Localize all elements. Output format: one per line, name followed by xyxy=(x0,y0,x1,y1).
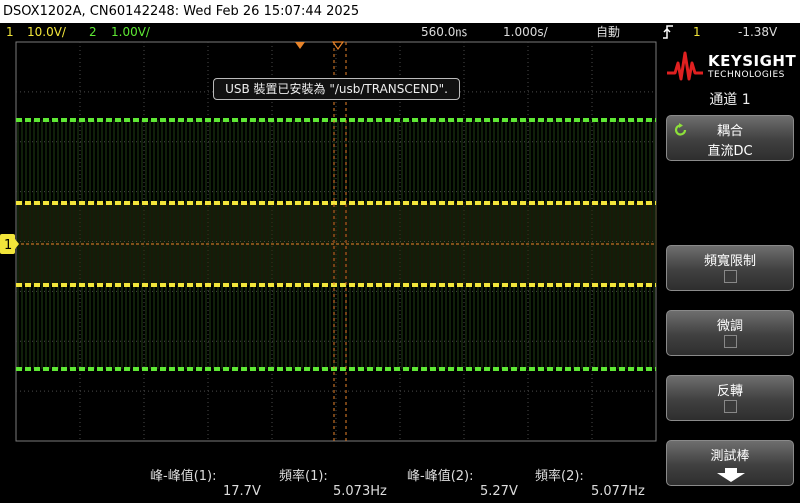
ch2-number[interactable]: 2 xyxy=(89,23,97,41)
ch2-scale[interactable]: 1.00V/ xyxy=(111,23,150,41)
meas-freq-2-label: 頻率(2): xyxy=(535,469,584,484)
logo-subtitle: TECHNOLOGIES xyxy=(708,70,785,80)
meas-freq-2-value: 5.077Hz xyxy=(591,484,645,499)
waveform-display[interactable]: 1 xyxy=(0,41,660,463)
trigger-level[interactable]: -1.38V xyxy=(738,23,777,41)
meas-pkpk-2-label: 峰-峰值(2): xyxy=(407,469,474,484)
probe-softkey[interactable]: 測試棒 xyxy=(666,440,794,486)
measurement-bar: 峰-峰值(1): 17.7V 頻率(1): 5.073Hz 峰-峰值(2): 5… xyxy=(0,463,660,503)
keysight-logo-icon xyxy=(667,51,703,81)
ch1-marker-label: 1 xyxy=(4,238,12,253)
trigger-source[interactable]: 1 xyxy=(693,23,701,41)
ch1-scale[interactable]: 10.0V/ xyxy=(27,23,66,41)
bandwidth-limit-label: 頻寬限制 xyxy=(703,254,756,269)
ch1-number[interactable]: 1 xyxy=(6,23,14,41)
meas-freq-1-value: 5.073Hz xyxy=(333,484,387,499)
fine-label: 微調 xyxy=(716,319,743,334)
trigger-position-icon xyxy=(295,42,305,49)
softkey-sidebar: KEYSIGHT TECHNOLOGIES 通道 1 耦合 直流DC 頻寬限制 … xyxy=(660,41,800,503)
logo-wordmark: KEYSIGHT xyxy=(708,52,797,70)
title-text: DSOX1202A, CN60142248: Wed Feb 26 15:07:… xyxy=(3,4,360,19)
fine-softkey[interactable]: 微調 xyxy=(666,310,794,356)
meas-freq-1-label: 頻率(1): xyxy=(279,469,328,484)
delay-readout[interactable]: 560.0㎱ xyxy=(421,23,467,41)
bandwidth-limit-checkbox[interactable] xyxy=(724,270,737,283)
menu-title: 通道 1 xyxy=(709,92,751,108)
arrow-down-icon xyxy=(717,468,745,482)
bandwidth-limit-softkey[interactable]: 頻寬限制 xyxy=(666,245,794,291)
timebase-readout[interactable]: 1.000s/ xyxy=(503,23,548,41)
coupling-label: 耦合 xyxy=(716,124,743,139)
meas-pkpk-1-value: 17.7V xyxy=(223,484,261,499)
coupling-softkey[interactable]: 耦合 直流DC xyxy=(666,115,794,161)
usb-mount-notification: USB 裝置已安裝為 "/usb/TRANSCEND". xyxy=(213,78,460,100)
invert-label: 反轉 xyxy=(716,384,743,399)
status-bar: 1 10.0V/ 2 1.00V/ 560.0㎱ 1.000s/ 自動 1 -1… xyxy=(0,23,800,41)
probe-label: 測試棒 xyxy=(710,449,750,464)
trigger-mode[interactable]: 自動 xyxy=(596,23,620,41)
coupling-value: 直流DC xyxy=(707,144,753,159)
invert-softkey[interactable]: 反轉 xyxy=(666,375,794,421)
meas-pkpk-1-label: 峰-峰值(1): xyxy=(150,469,217,484)
title-bar: DSOX1202A, CN60142248: Wed Feb 26 15:07:… xyxy=(0,0,800,23)
invert-checkbox[interactable] xyxy=(724,400,737,413)
keysight-logo: KEYSIGHT TECHNOLOGIES xyxy=(666,47,796,85)
meas-pkpk-2-value: 5.27V xyxy=(480,484,518,499)
fine-checkbox[interactable] xyxy=(724,335,737,348)
